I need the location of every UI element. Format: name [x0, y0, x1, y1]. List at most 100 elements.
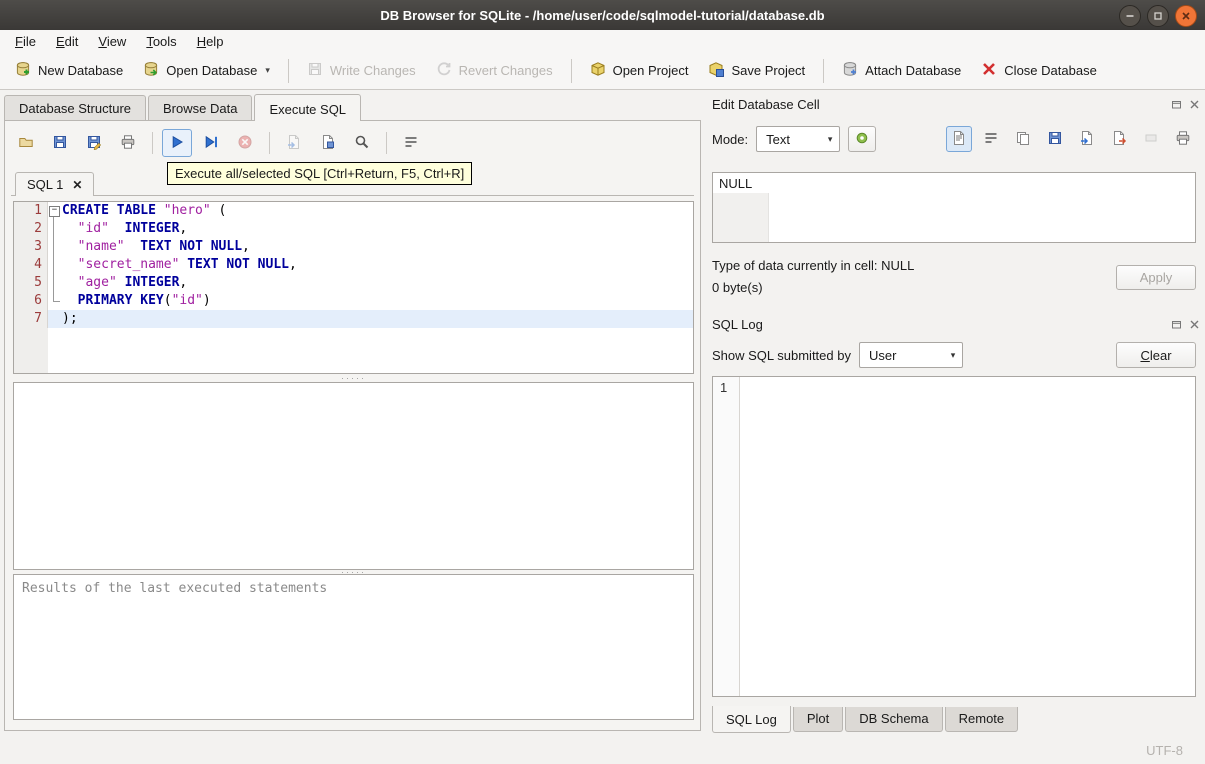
code-text: CREATE TABLE "hero" (	[62, 202, 693, 220]
save-sql-button[interactable]	[45, 129, 75, 157]
tab-plot[interactable]: Plot	[792, 707, 844, 732]
close-database-icon	[981, 61, 997, 80]
fold-guide	[48, 238, 62, 256]
save-project-button[interactable]: Save Project	[699, 56, 814, 85]
fold-guide	[48, 256, 62, 274]
dropdown-arrow-icon[interactable]: ▾	[265, 65, 270, 76]
attach-database-button[interactable]: Attach Database	[833, 56, 970, 85]
sql-editor[interactable]: 1− CREATE TABLE "hero" (2 "id" INTEGER, 3 …	[13, 201, 694, 374]
save-cell-button[interactable]	[1042, 126, 1068, 152]
main-tab-bar: Database Structure Browse Data Execute SQL	[4, 92, 363, 121]
mode-select[interactable]: Text ▾	[756, 126, 841, 152]
code-token: "age"	[77, 275, 117, 290]
code-token: (	[210, 203, 227, 218]
tab-sql-log[interactable]: SQL Log	[712, 706, 791, 733]
execute-all-icon	[169, 134, 185, 153]
fold-guide	[48, 274, 62, 292]
line-number: 1	[14, 202, 48, 220]
tab-browse-data[interactable]: Browse Data	[148, 95, 253, 120]
execute-sql-panel: SQL 1 ✕ 1− CREATE TABLE "hero" (2 "id" IN…	[4, 120, 701, 731]
results-grid[interactable]	[13, 382, 694, 570]
tab-execute-sql[interactable]: Execute SQL	[254, 94, 362, 121]
tab-remote[interactable]: Remote	[944, 707, 1019, 732]
word-wrap-button[interactable]	[978, 126, 1004, 152]
close-database-button[interactable]: Close Database	[972, 56, 1106, 85]
line-number: 4	[14, 256, 48, 274]
line-number: 6	[14, 292, 48, 310]
code-text: "id" INTEGER,	[62, 220, 693, 238]
clear-button[interactable]: Clear	[1116, 342, 1196, 368]
fold-marker-icon[interactable]: −	[48, 202, 62, 220]
dock-close-icon[interactable]	[1187, 317, 1201, 331]
export-icon	[1111, 130, 1127, 149]
fold-guide	[48, 292, 62, 310]
maximize-icon[interactable]	[1147, 5, 1169, 27]
execute-line-button[interactable]	[196, 129, 226, 157]
save-results-button[interactable]	[313, 129, 343, 157]
code-line[interactable]: 7);	[14, 310, 693, 328]
titlebar[interactable]: DB Browser for SQLite - /home/user/code/…	[0, 0, 1205, 30]
open-database-button[interactable]: Open Database ▾	[134, 56, 279, 85]
write-changes-button: Write Changes	[298, 56, 425, 85]
splitter-handle[interactable]: ·····	[13, 374, 694, 383]
menu-view[interactable]: View	[89, 32, 135, 51]
code-token: ,	[242, 239, 250, 254]
print-button[interactable]	[1170, 126, 1196, 152]
tab-database-structure[interactable]: Database Structure	[4, 95, 147, 120]
find-replace-button[interactable]	[347, 129, 377, 157]
code-line[interactable]: 6 PRIMARY KEY("id")	[14, 292, 693, 310]
auto-switch-button[interactable]	[848, 126, 877, 152]
export-results-icon	[286, 134, 302, 153]
code-text: "secret_name" TEXT NOT NULL,	[62, 256, 693, 274]
code-line[interactable]: 2 "id" INTEGER,	[14, 220, 693, 238]
menu-edit[interactable]: Edit	[47, 32, 87, 51]
dock-float-icon[interactable]	[1169, 97, 1183, 111]
code-line[interactable]: 5 "age" INTEGER,	[14, 274, 693, 292]
cell-editor[interactable]: NULL	[712, 172, 1196, 243]
code-line[interactable]: 4 "secret_name" TEXT NOT NULL,	[14, 256, 693, 274]
code-line[interactable]: 1− CREATE TABLE "hero" (	[14, 202, 693, 220]
code-token: ,	[179, 275, 188, 290]
export-button[interactable]	[1106, 126, 1132, 152]
mode-label: Mode:	[712, 131, 749, 147]
toolbar-separator	[570, 58, 572, 83]
minimize-icon[interactable]	[1119, 5, 1141, 27]
import-button[interactable]	[1074, 126, 1100, 152]
write-changes-icon	[307, 61, 323, 80]
toolbar-button-label: Revert Changes	[458, 63, 553, 78]
tab-db-schema[interactable]: DB Schema	[845, 707, 943, 732]
log-filter-label: Show SQL submitted by	[712, 347, 851, 363]
sql-tab[interactable]: SQL 1 ✕	[15, 172, 95, 196]
close-icon[interactable]	[1175, 5, 1197, 27]
menu-help[interactable]: Help	[188, 32, 233, 51]
cell-size-info: 0 byte(s)	[712, 280, 763, 295]
new-database-button[interactable]: New Database	[6, 56, 132, 85]
dock-close-icon[interactable]	[1187, 97, 1201, 111]
line-number: 7	[14, 310, 48, 328]
execute-all-button[interactable]	[162, 129, 192, 157]
word-wrap-button[interactable]	[396, 129, 426, 157]
open-project-button[interactable]: Open Project	[581, 56, 698, 85]
close-tab-icon[interactable]: ✕	[72, 178, 82, 192]
import-icon	[1079, 130, 1095, 149]
code-token: CREATE TABLE	[62, 203, 164, 218]
print-button[interactable]	[113, 129, 143, 157]
code-token: );	[62, 311, 78, 326]
code-line[interactable]: 3 "name" TEXT NOT NULL,	[14, 238, 693, 256]
sql-log-area[interactable]: 1	[712, 376, 1196, 697]
open-sql-button[interactable]	[11, 129, 41, 157]
edit-cell-title: Edit Database Cell	[712, 96, 820, 112]
edit-cell-dock-header: Edit Database Cell	[709, 94, 1201, 114]
dock-float-icon[interactable]	[1169, 317, 1183, 331]
code-token: PRIMARY KEY	[77, 293, 164, 308]
menu-file[interactable]: File	[6, 32, 45, 51]
save-as-sql-button[interactable]	[79, 129, 109, 157]
copy-button[interactable]	[1010, 126, 1036, 152]
log-filter-select[interactable]: User ▾	[858, 342, 963, 368]
revert-changes-icon	[436, 61, 452, 80]
menu-tools[interactable]: Tools	[137, 32, 185, 51]
text-mode-button[interactable]	[946, 126, 972, 152]
sql-log-dock-header: SQL Log	[709, 314, 1201, 334]
